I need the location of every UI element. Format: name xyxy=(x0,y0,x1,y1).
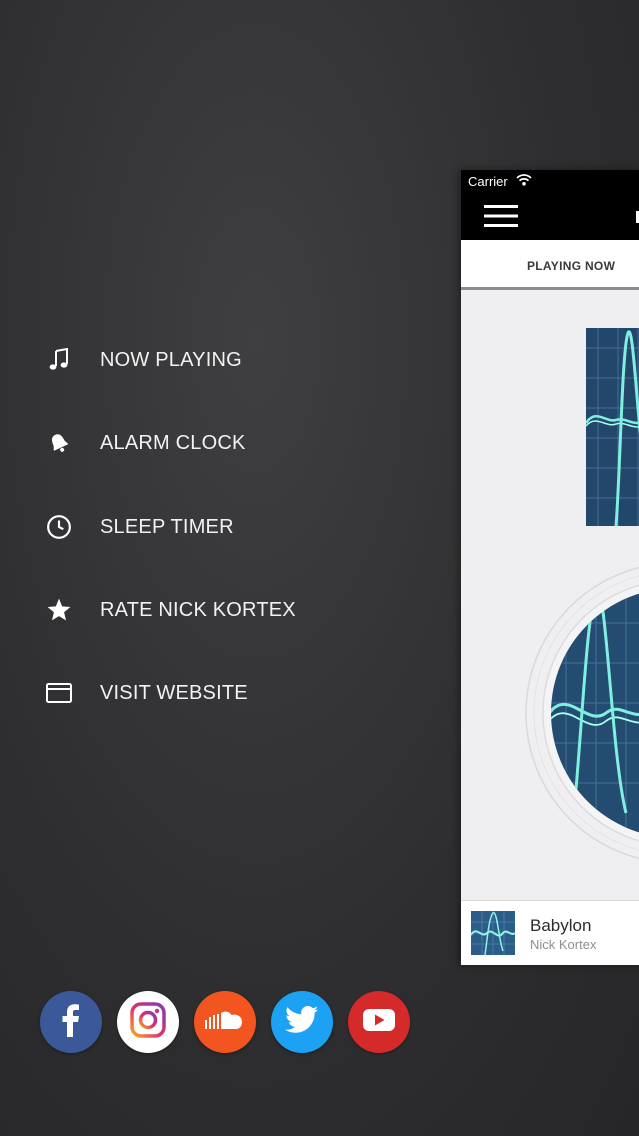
tab-bar: PLAYING NOW xyxy=(461,240,639,290)
twitter-button[interactable] xyxy=(271,991,333,1053)
carrier-label: Carrier xyxy=(468,174,508,189)
menu-item-now-playing[interactable]: NOW PLAYING xyxy=(44,340,242,380)
menu-item-label: VISIT WEBSITE xyxy=(100,681,248,704)
twitter-icon xyxy=(285,1005,319,1039)
facebook-icon xyxy=(56,1003,86,1042)
app-preview-panel[interactable]: Carrier PLAYING NOW Babylon Nick Kortex xyxy=(461,170,639,965)
menu-item-alarm-clock[interactable]: ALARM CLOCK xyxy=(44,423,245,463)
bell-icon xyxy=(44,428,74,458)
album-art xyxy=(586,328,639,526)
menu-item-visit-website[interactable]: VISIT WEBSITE xyxy=(44,673,248,713)
track-artist: Nick Kortex xyxy=(530,937,597,952)
facebook-button[interactable] xyxy=(40,991,102,1053)
music-note-icon xyxy=(44,345,74,375)
soundcloud-icon xyxy=(204,1009,246,1036)
menu-item-sleep-timer[interactable]: SLEEP TIMER xyxy=(44,507,234,547)
clock-icon xyxy=(44,512,74,542)
browser-window-icon xyxy=(44,678,74,708)
hamburger-menu-icon[interactable] xyxy=(484,204,518,233)
album-disc xyxy=(516,553,639,873)
youtube-icon xyxy=(362,1007,396,1038)
tab-indicator xyxy=(461,287,639,290)
status-bar: Carrier xyxy=(461,170,639,194)
tab-playing-now[interactable]: PLAYING NOW xyxy=(527,259,615,273)
menu-item-label: ALARM CLOCK xyxy=(100,431,246,454)
menu-item-label: RATE NICK KORTEX xyxy=(100,598,296,621)
wifi-icon xyxy=(516,174,532,189)
mini-player-art xyxy=(471,911,515,955)
menu-item-label: SLEEP TIMER xyxy=(100,515,234,538)
star-icon xyxy=(44,595,74,625)
nav-bar xyxy=(461,194,639,240)
instagram-button[interactable] xyxy=(117,991,179,1053)
youtube-button[interactable] xyxy=(348,991,410,1053)
mini-player[interactable]: Babylon Nick Kortex xyxy=(461,900,639,965)
track-title: Babylon xyxy=(530,916,592,935)
menu-item-label: NOW PLAYING xyxy=(100,348,242,371)
menu-item-rate[interactable]: RATE NICK KORTEX xyxy=(44,590,296,630)
instagram-icon xyxy=(128,1000,168,1045)
soundcloud-button[interactable] xyxy=(194,991,256,1053)
